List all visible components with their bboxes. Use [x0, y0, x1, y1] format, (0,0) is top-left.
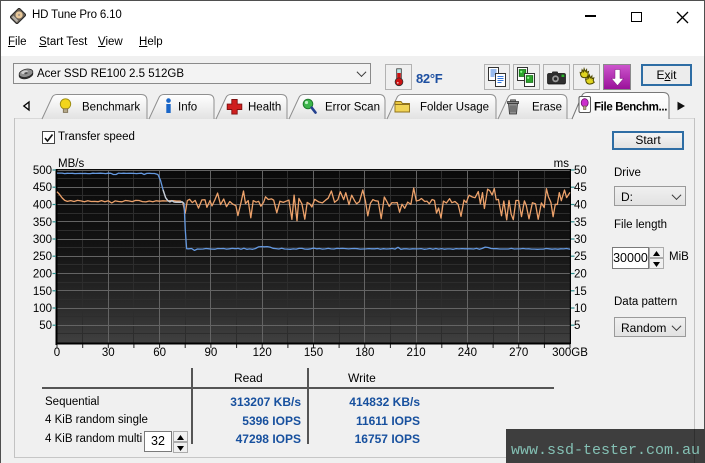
svg-text:Benchmark: Benchmark — [82, 102, 140, 114]
svg-text:File Benchm...: File Benchm... — [594, 102, 667, 114]
svg-text:Erase: Erase — [532, 102, 562, 114]
svg-text:Error Scan: Error Scan — [325, 102, 380, 114]
svg-text:Folder Usage: Folder Usage — [420, 102, 489, 114]
svg-text:Health: Health — [248, 102, 281, 114]
svg-text:Info: Info — [178, 102, 197, 114]
